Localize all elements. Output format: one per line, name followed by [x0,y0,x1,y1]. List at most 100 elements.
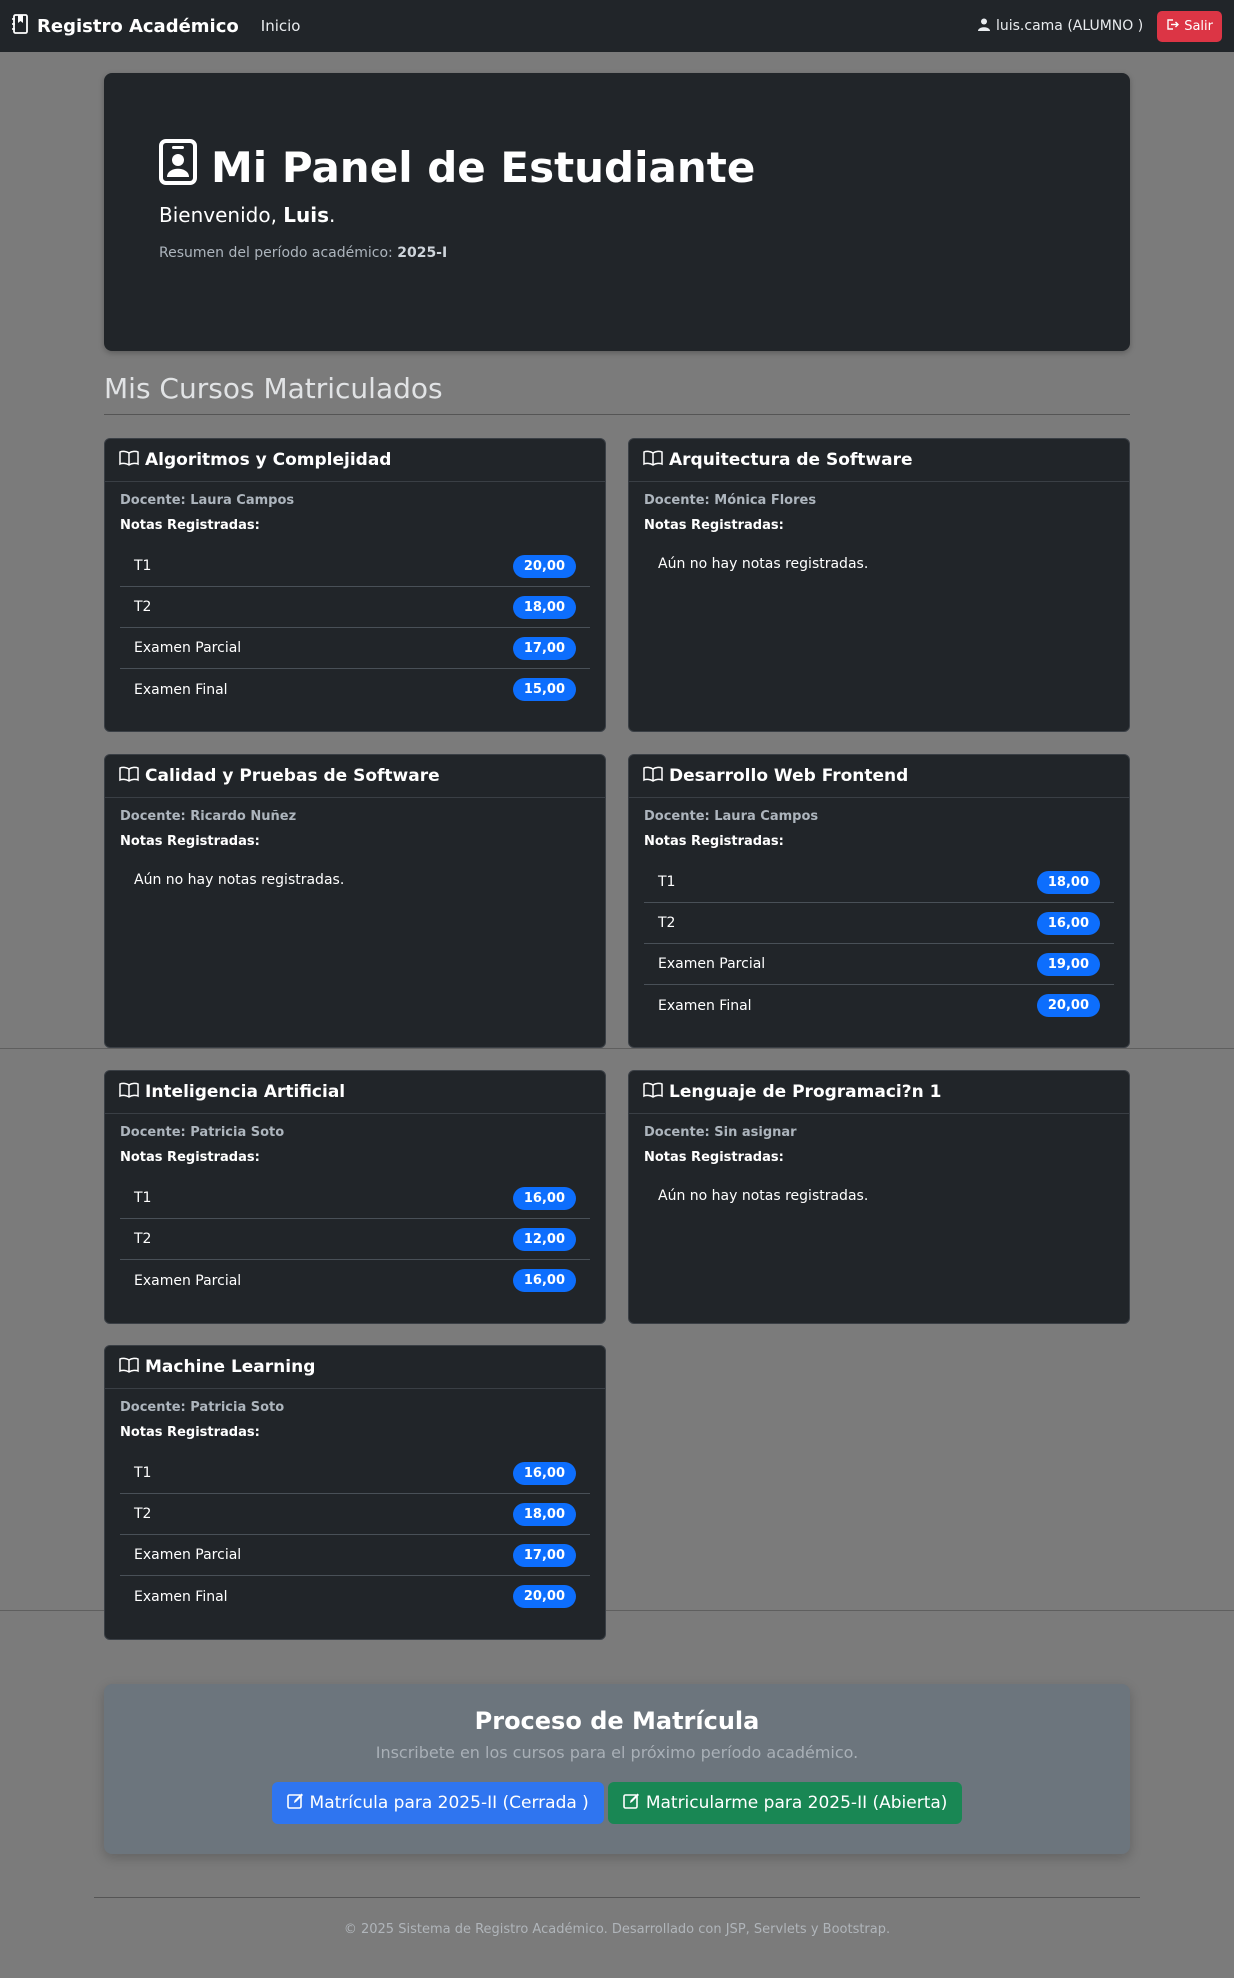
brand[interactable]: Registro Académico [12,13,239,39]
course-card: Inteligencia Artificial Docente: Patricia… [104,1070,606,1324]
navbar: Registro Académico Inicio luis.cama (ALU… [0,0,1234,52]
book-icon [119,450,139,471]
grade-row: Examen Parcial 16,00 [120,1260,590,1301]
welcome-name: Luis [283,203,330,227]
student-panel-hero: Mi Panel de Estudiante Bienvenido, Luis.… [104,73,1130,351]
grade-label: T2 [134,1231,152,1247]
grade-badge: 15,00 [512,678,576,701]
course-teacher: Docente: Laura Campos [120,493,295,508]
logout-label: Salir [1184,18,1213,34]
grade-row: T1 16,00 [120,1178,590,1219]
course-card-header: Inteligencia Artificial [105,1071,605,1114]
book-icon [643,1082,663,1103]
grade-badge: 18,00 [512,595,576,619]
grade-label: Examen Parcial [658,956,766,972]
footer-divider [94,1897,1140,1898]
welcome-prefix: Bienvenido, [159,203,284,227]
grade-label: T1 [658,874,676,890]
period-prefix: Resumen del período académico: [159,245,398,261]
page-title: Mi Panel de Estudiante [211,142,756,192]
grades-label: Notas Registradas: [644,834,784,849]
grade-row: T1 16,00 [120,1453,590,1494]
enroll-closed-button[interactable]: Matrícula para 2025-II (Cerrada ) [271,1782,604,1824]
grade-row: Examen Parcial 17,00 [120,1535,590,1576]
book-icon [119,1082,139,1103]
grade-label: Examen Parcial [134,640,242,656]
course-card-header: Desarrollo Web Frontend [629,755,1129,798]
course-teacher: Docente: Ricardo Nuñez [120,809,297,824]
grade-badge: 17,00 [512,1543,576,1567]
course-card-header: Machine Learning [105,1346,605,1389]
grade-row: T2 18,00 [120,587,590,628]
grades-list: T1 16,00 T2 18,00 Examen Parcial 17,00 Examen … [120,1453,590,1617]
course-title: Algoritmos y Complejidad [145,450,392,470]
journal-bookmark-icon [12,13,29,39]
course-title: Arquitectura de Software [669,450,913,470]
grade-row: T2 16,00 [644,903,1114,944]
course-teacher: Docente: Sin asignar [644,1125,797,1140]
course-teacher: Docente: Patricia Soto [120,1125,285,1140]
course-card-header: Algoritmos y Complejidad [105,439,605,482]
course-card: Arquitectura de Software Docente: Mónica … [628,438,1130,732]
grade-label: Examen Parcial [134,1547,242,1563]
grade-badge: 18,00 [512,1502,576,1526]
grades-label: Notas Registradas: [120,834,260,849]
grade-row: Examen Final 15,00 [120,669,590,710]
pencil-square-icon [286,1792,304,1814]
grade-badge: 18,00 [1036,870,1100,894]
welcome-suffix: . [329,203,336,227]
course-title: Desarrollo Web Frontend [669,766,909,786]
grade-row: T1 18,00 [644,862,1114,903]
grade-label: T2 [134,1506,152,1522]
grades-list: T1 16,00 T2 12,00 Examen Parcial 16,00 [120,1178,590,1301]
user-info: luis.cama (ALUMNO ) [977,18,1144,35]
grades-label: Notas Registradas: [120,1150,260,1165]
book-icon [643,766,663,787]
hero-title-row: Mi Panel de Estudiante [159,139,1075,195]
book-icon [643,450,663,471]
course-card-body: Docente: Sin asignar Notas Registradas: Aú… [629,1114,1129,1204]
logout-button[interactable]: Salir [1157,10,1222,42]
course-title: Lenguaje de Programaci?n 1 [669,1082,942,1102]
grade-label: Examen Final [134,1588,228,1605]
grade-label: Examen Final [658,997,752,1014]
enroll-open-label: Matricularme para 2025-II (Abierta) [645,1793,948,1813]
course-teacher: Docente: Patricia Soto [120,1400,285,1415]
box-arrow-right-icon [1166,18,1180,35]
course-title: Calidad y Pruebas de Software [145,766,440,786]
grade-badge: 20,00 [1036,994,1100,1017]
grades-list: T1 18,00 T2 16,00 Examen Parcial 19,00 Examen … [644,862,1114,1026]
grade-label: Examen Final [134,681,228,698]
grades-list: T1 20,00 T2 18,00 Examen Parcial 17,00 Examen … [120,546,590,710]
course-card: Algoritmos y Complejidad Docente: Laura C… [104,438,606,732]
enroll-open-button[interactable]: Matricularme para 2025-II (Abierta) [607,1782,963,1824]
book-icon [119,766,139,787]
grade-row: Examen Parcial 19,00 [644,944,1114,985]
grade-badge: 20,00 [512,554,576,578]
grade-badge: 17,00 [512,636,576,660]
course-card-body: Docente: Ricardo Nuñez Notas Registradas:… [105,798,605,888]
welcome-text: Bienvenido, Luis. [159,203,1075,227]
grades-label: Notas Registradas: [120,1425,260,1440]
grades-label: Notas Registradas: [644,1150,784,1165]
book-icon [119,1357,139,1378]
grades-label: Notas Registradas: [644,518,784,533]
grade-row: Examen Final 20,00 [644,985,1114,1026]
grade-row: T2 12,00 [120,1219,590,1260]
section-title: Mis Cursos Matriculados [104,372,443,405]
course-card-header: Calidad y Pruebas de Software [105,755,605,798]
footer-text: © 2025 Sistema de Registro Académico. De… [343,1922,891,1937]
no-grades-text: Aún no hay notas registradas. [658,1188,869,1204]
grade-badge: 16,00 [512,1269,576,1292]
enrollment-subtitle: Inscribete en los cursos para el próximo… [375,1743,859,1762]
brand-label: Registro Académico [37,15,239,37]
section-divider [104,414,1130,415]
grade-badge: 16,00 [1036,911,1100,935]
course-teacher: Docente: Laura Campos [644,809,819,824]
nav-inicio-link[interactable]: Inicio [261,17,301,35]
course-card-body: Docente: Laura Campos Notas Registradas: T… [105,482,605,710]
period-value: 2025-I [397,245,448,261]
user-label: luis.cama (ALUMNO ) [995,18,1144,34]
course-card: Machine Learning Docente: Patricia Soto No… [104,1345,606,1640]
grade-badge: 16,00 [512,1461,576,1485]
